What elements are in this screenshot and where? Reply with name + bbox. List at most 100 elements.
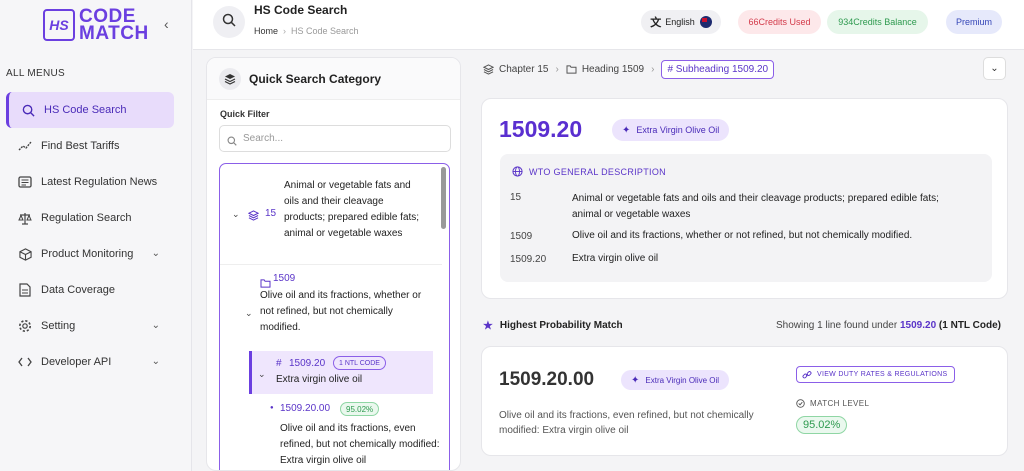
page-title: HS Code Search	[254, 3, 348, 17]
sidebar-item-find-best-tariffs[interactable]: Find Best Tariffs	[6, 128, 174, 164]
breadcrumb-home[interactable]: Home	[254, 26, 278, 36]
code-icon	[18, 355, 32, 369]
logo[interactable]: HS CODE MATCH	[43, 7, 149, 44]
credits-used-badge: 66Credits Used	[738, 10, 821, 34]
tree-node-chapter[interactable]: ⌄ 15 Animal or vegetable fats and oils a…	[220, 164, 442, 265]
panel-header: Quick Search Category	[207, 58, 460, 100]
chevron-down-icon: ⌄	[151, 248, 160, 259]
expand-dropdown-button[interactable]: ⌄	[983, 57, 1006, 80]
chapter-code: 15	[265, 208, 277, 219]
ntl-code: 1509.20.00	[280, 403, 331, 414]
sidebar-item-developer-api[interactable]: Developer API ⌄	[6, 344, 174, 380]
logo-text: CODE MATCH	[79, 7, 149, 44]
crumb-heading[interactable]: Heading 1509	[582, 64, 644, 75]
search-icon	[227, 133, 237, 151]
wto-row-code: 1509	[510, 231, 533, 242]
chevron-down-icon[interactable]: ⌄	[258, 369, 266, 380]
sparkle-icon: ✦	[631, 374, 640, 386]
sidebar-item-product-monitoring[interactable]: Product Monitoring ⌄	[6, 236, 174, 272]
ntl-code-badge: 1 NTL CODE	[333, 356, 386, 370]
chevron-right-icon: ›	[651, 63, 655, 75]
detail-code: 1509.20	[499, 116, 583, 142]
results-summary-prefix: Showing 1 line found under	[776, 320, 898, 331]
hierarchy-breadcrumb: Chapter 15 › Heading 1509 › # Subheading…	[483, 58, 775, 80]
sidebar-item-label: Latest Regulation News	[41, 176, 158, 188]
chevron-right-icon: ›	[555, 63, 559, 75]
scale-icon	[18, 211, 32, 225]
wto-title: WTO GENERAL DESCRIPTION	[529, 166, 666, 177]
match-result-card[interactable]: 1509.20.00 ✦ Extra Virgin Olive Oil Oliv…	[481, 346, 1008, 456]
chevron-down-icon: ⌄	[151, 320, 160, 331]
wto-row-desc: Extra virgin olive oil	[572, 253, 659, 264]
quick-filter-input[interactable]	[219, 125, 451, 152]
breadcrumb: Home › HS Code Search	[254, 26, 359, 36]
document-icon	[18, 283, 32, 297]
sidebar-item-hs-code-search[interactable]: HS Code Search	[6, 92, 174, 128]
logo-line-2: MATCH	[79, 23, 149, 44]
match-description: Olive oil and its fractions, even refine…	[499, 410, 754, 436]
highest-match-title: Highest Probability Match	[499, 320, 623, 331]
sidebar-item-label: Data Coverage	[41, 284, 115, 296]
globe-icon	[512, 166, 523, 177]
chevron-down-icon: ⌄	[990, 63, 999, 74]
chapter-description: Animal or vegetable fats and oils and th…	[284, 180, 420, 239]
panel-title: Quick Search Category	[249, 71, 382, 86]
description-tag: ✦ Extra Virgin Olive Oil	[621, 370, 730, 390]
sidebar-item-label: HS Code Search	[44, 104, 127, 116]
category-tree: ⌄ 15 Animal or vegetable fats and oils a…	[219, 163, 450, 470]
sidebar-item-setting[interactable]: Setting ⌄	[6, 308, 174, 344]
check-circle-icon	[796, 399, 805, 408]
wto-row-code: 1509.20	[510, 254, 547, 265]
credits-balance-badge: 934Credits Balance	[827, 10, 928, 34]
crumb-chapter[interactable]: Chapter 15	[499, 64, 548, 75]
chevron-down-icon[interactable]: ⌄	[232, 209, 240, 220]
results-summary-suffix: (1 NTL Code)	[938, 320, 1001, 331]
chevron-left-icon[interactable]: ‹	[164, 16, 169, 32]
match-percent-badge: 95.02%	[340, 402, 380, 416]
plan-badge[interactable]: Premium	[946, 10, 1002, 34]
sidebar-item-regulation-search[interactable]: Regulation Search	[6, 200, 174, 236]
wto-row-desc: Animal or vegetable fats and oils and th…	[572, 193, 939, 220]
menu-section-title: ALL MENUS	[6, 68, 66, 79]
tag-label: Extra Virgin Olive Oil	[645, 375, 720, 385]
heading-description: Olive oil and its fractions, whether or …	[260, 290, 422, 333]
star-icon: ★	[483, 320, 493, 332]
sidebar: HS CODE MATCH ‹ ALL MENUS HS Code Search…	[0, 0, 192, 471]
sidebar-item-latest-regulation-news[interactable]: Latest Regulation News	[6, 164, 174, 200]
layers-icon	[219, 67, 241, 90]
logo-mark: HS	[43, 9, 75, 41]
wto-row-code: 15	[510, 192, 522, 203]
crumb-subheading[interactable]: # Subheading 1509.20	[661, 59, 775, 79]
gear-icon	[18, 319, 32, 333]
chevron-down-icon: ⌄	[151, 356, 160, 367]
subheading-code: 1509.20	[289, 358, 326, 369]
wto-header: WTO GENERAL DESCRIPTION	[512, 166, 666, 177]
layers-icon	[483, 63, 494, 75]
hash-icon: #	[276, 358, 282, 369]
tree-node-heading[interactable]: ⌄ 1509 Olive oil and its fractions, whet…	[245, 272, 438, 348]
heading-code: 1509	[273, 273, 296, 284]
language-selector[interactable]: 文 English	[641, 10, 721, 34]
search-icon	[21, 103, 35, 117]
sidebar-item-label: Find Best Tariffs	[41, 140, 120, 152]
chevron-down-icon[interactable]: ⌄	[245, 308, 253, 319]
sidebar-item-data-coverage[interactable]: Data Coverage	[6, 272, 174, 308]
tree-node-subheading[interactable]: ⌄ # 1509.20 1 NTL CODE Extra virgin oliv…	[249, 351, 433, 394]
newspaper-icon	[18, 175, 32, 189]
search-button[interactable]	[213, 6, 245, 38]
match-level-label: MATCH LEVEL	[796, 399, 869, 408]
sidebar-item-label: Developer API	[41, 356, 112, 368]
quick-search-category-panel: Quick Search Category Quick Filter ⌄ 15 …	[206, 57, 461, 471]
match-level-value: 95.02%	[796, 416, 848, 434]
breadcrumb-current: HS Code Search	[291, 26, 359, 36]
sparkle-icon: ✦	[622, 124, 631, 136]
flag-icon	[699, 16, 712, 28]
match-code: 1509.20.00	[499, 369, 595, 390]
folder-open-icon	[566, 64, 577, 74]
highest-match-heading: ★ Highest Probability Match	[483, 319, 623, 332]
link-icon	[802, 370, 812, 380]
sidebar-item-label: Setting	[41, 320, 76, 332]
sidebar-item-label: Product Monitoring	[41, 248, 134, 260]
view-duty-rates-button[interactable]: VIEW DUTY RATES & REGULATIONS	[796, 366, 956, 383]
chevron-right-icon: ›	[283, 26, 287, 36]
